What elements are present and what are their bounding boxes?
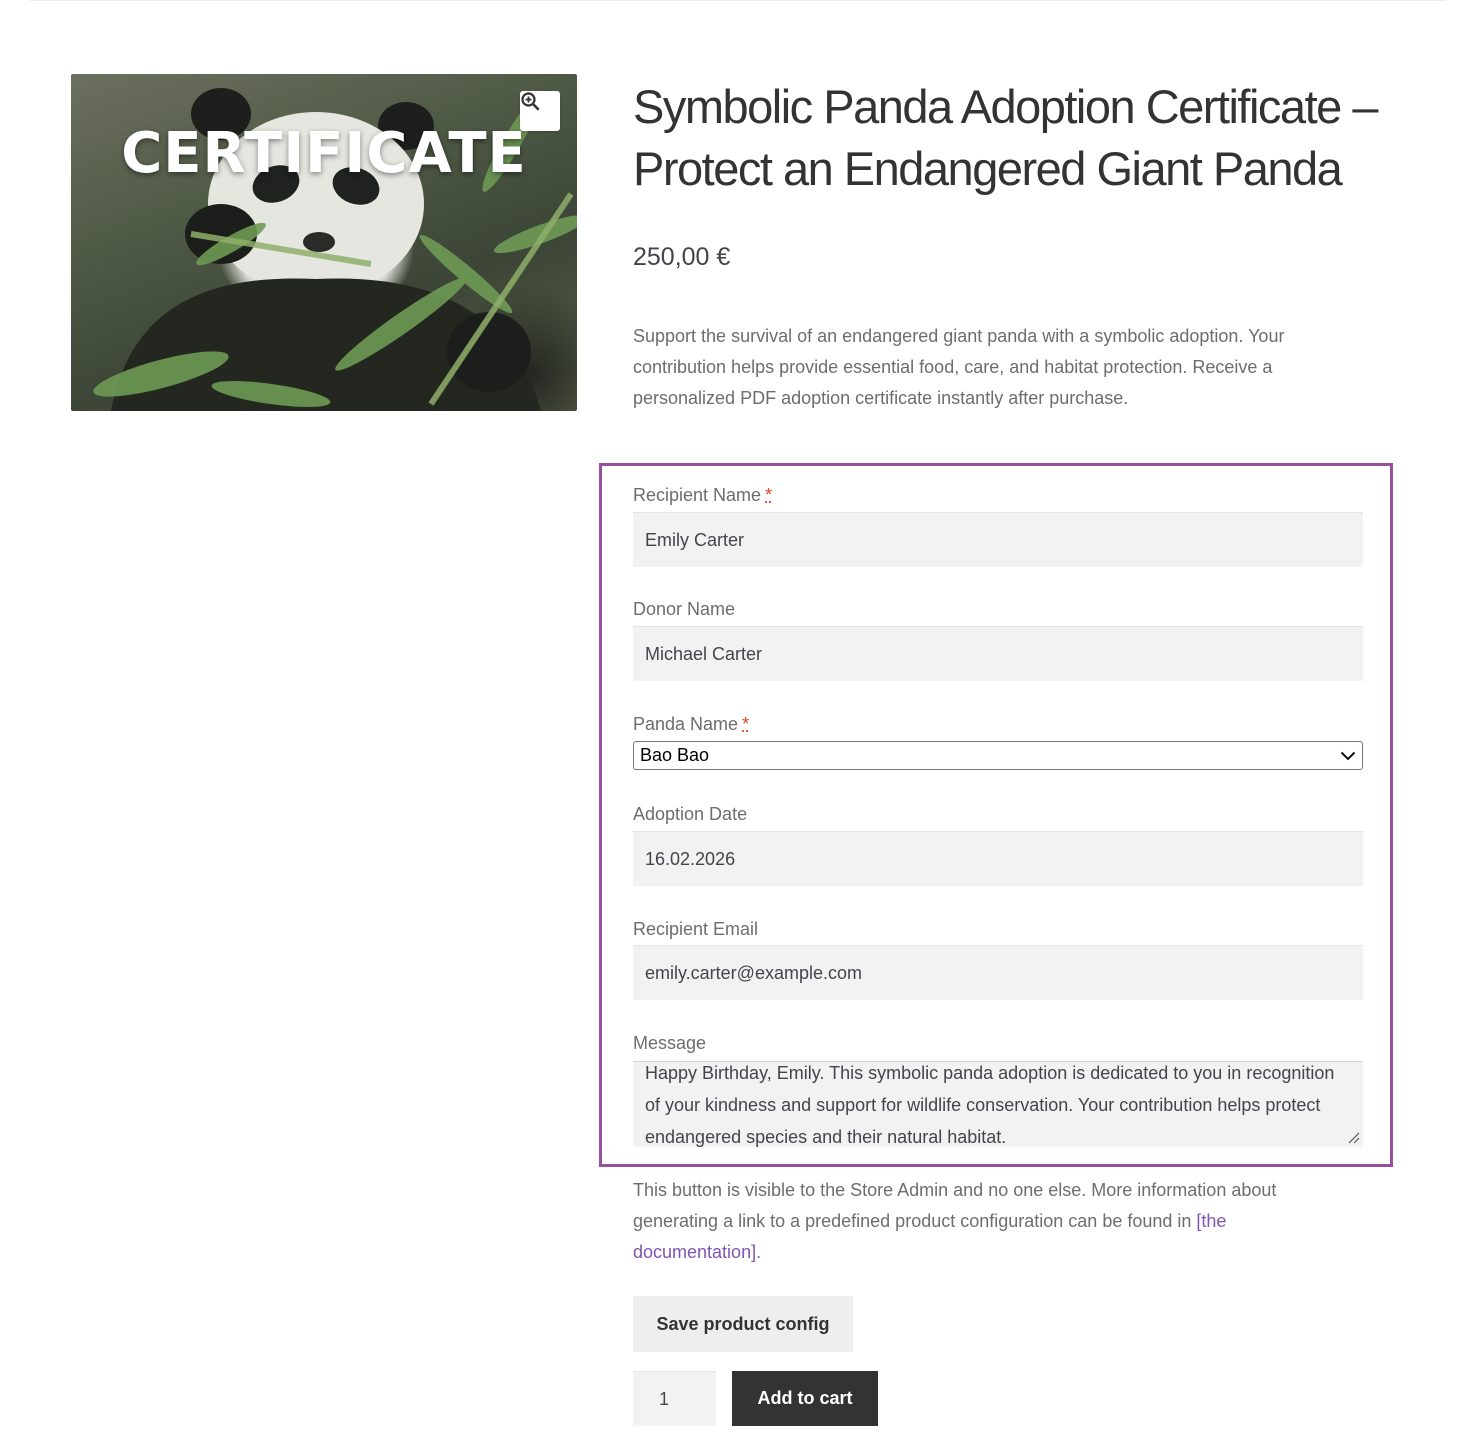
product-title: Symbolic Panda Adoption Certificate – Pr…: [633, 80, 1378, 195]
panda-name-selected: Bao Bao: [640, 745, 710, 765]
recipient-email-input[interactable]: emily.carter@example.com: [633, 945, 1363, 1000]
donor-name-input[interactable]: Michael Carter: [633, 626, 1363, 681]
required-marker: *: [742, 714, 750, 734]
save-product-config-button[interactable]: Save product config: [633, 1296, 853, 1352]
message-label: Message: [633, 1033, 707, 1053]
adoption-date-input[interactable]: 16.02.2026: [633, 831, 1363, 886]
recipient-name-input[interactable]: Emily Carter: [633, 512, 1363, 567]
chevron-down-icon: [1340, 751, 1356, 760]
adoption-date-label: Adoption Date: [633, 804, 748, 824]
panda-name-label: Panda Name *: [633, 714, 750, 734]
donor-name-label: Donor Name: [633, 599, 736, 619]
recipient-email-label: Recipient Email: [633, 919, 759, 939]
admin-notice: This button is visible to the Store Admi…: [633, 1180, 1277, 1262]
zoom-in-icon: [521, 92, 540, 111]
resize-handle-icon[interactable]: [1348, 1132, 1360, 1144]
required-marker: *: [765, 485, 773, 505]
add-to-cart-button[interactable]: Add to cart: [732, 1371, 878, 1426]
message-text: Happy Birthday, Emily. This symbolic pan…: [645, 1063, 1335, 1147]
header-divider: [30, 0, 1446, 1]
recipient-name-label: Recipient Name *: [633, 485, 773, 505]
certificate-overlay-text: CERTIFICATE: [121, 121, 527, 186]
product-price: 250,00 €: [633, 243, 731, 271]
zoom-button[interactable]: [520, 91, 560, 131]
product-description: Support the survival of an endangered gi…: [633, 326, 1285, 408]
product-image[interactable]: CERTIFICATE: [71, 74, 577, 411]
panda-name-select[interactable]: Bao Bao: [633, 741, 1363, 770]
message-textarea[interactable]: Happy Birthday, Emily. This symbolic pan…: [633, 1061, 1363, 1147]
quantity-input[interactable]: 1: [633, 1371, 716, 1426]
